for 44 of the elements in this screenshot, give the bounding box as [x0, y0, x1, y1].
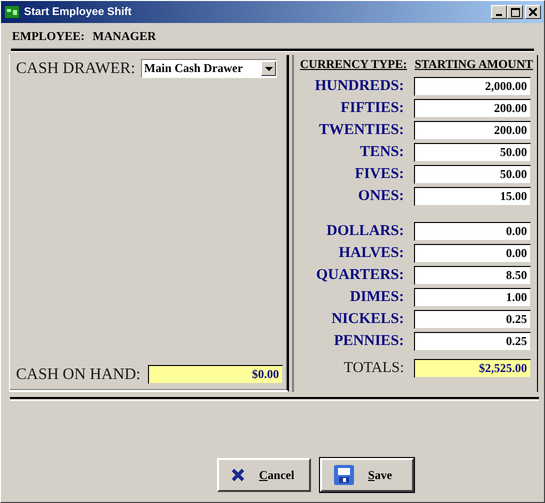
currency-label: FIFTIES:	[340, 100, 404, 116]
amount-field[interactable]: 1.00	[414, 288, 531, 306]
app-icon	[4, 4, 20, 20]
cancel-button[interactable]: Cancel	[217, 458, 311, 492]
column-header: STARTING AMOUNT	[414, 57, 533, 72]
employee-label: EMPLOYEE:	[12, 29, 85, 44]
maximize-button[interactable]	[507, 5, 523, 19]
close-icon	[231, 468, 245, 482]
currency-label: HALVES:	[338, 244, 404, 262]
cash-on-hand-label: CASH ON HAND:	[16, 366, 140, 384]
currency-label: HUNDREDS:	[314, 78, 404, 94]
amount-field[interactable]: 50.00	[414, 164, 531, 184]
currency-label: NICKELS:	[331, 310, 404, 328]
amount-field[interactable]: 50.00	[414, 142, 531, 162]
amount-field[interactable]: 0.25	[414, 310, 531, 328]
currency-label: TWENTIES:	[318, 122, 404, 138]
minimize-button[interactable]	[491, 5, 507, 19]
cash-drawer-label: CASH DRAWER:	[16, 60, 136, 78]
amount-field[interactable]: 0.00	[414, 222, 531, 240]
currency-label: FIVES:	[354, 166, 404, 182]
amount-field[interactable]: 15.00	[414, 186, 531, 206]
currency-label: QUARTERS:	[316, 266, 404, 284]
currency-label: TENS:	[360, 144, 404, 160]
close-button[interactable]	[525, 5, 541, 19]
close-icon	[529, 8, 537, 16]
totals-label: TOTALS:	[344, 360, 404, 376]
maximize-icon	[510, 8, 520, 16]
amount-field[interactable]: 200.00	[414, 98, 531, 118]
amount-field[interactable]: 200.00	[414, 120, 531, 140]
currency-label: DIMES:	[350, 288, 404, 306]
employee-name: MANAGER	[92, 29, 156, 44]
totals-field[interactable]: $2,525.00	[414, 358, 531, 378]
amount-field[interactable]: 0.25	[414, 332, 531, 350]
amount-field[interactable]: 0.00	[414, 244, 531, 262]
cash-on-hand-field[interactable]: $0.00	[148, 365, 283, 384]
window-title: Start Employee Shift	[24, 6, 133, 18]
save-button[interactable]: Save	[320, 458, 414, 492]
currency-label: DOLLARS:	[326, 222, 404, 240]
amount-field[interactable]: 2,000.00	[414, 76, 531, 96]
currency-label: ONES:	[358, 188, 404, 204]
column-header: CURRENCY TYPE:	[300, 57, 408, 72]
cash-drawer-dropdown[interactable]: Main Cash Drawer	[141, 59, 278, 78]
amount-field[interactable]: 8.50	[414, 266, 531, 284]
currency-label: PENNIES:	[334, 332, 404, 350]
